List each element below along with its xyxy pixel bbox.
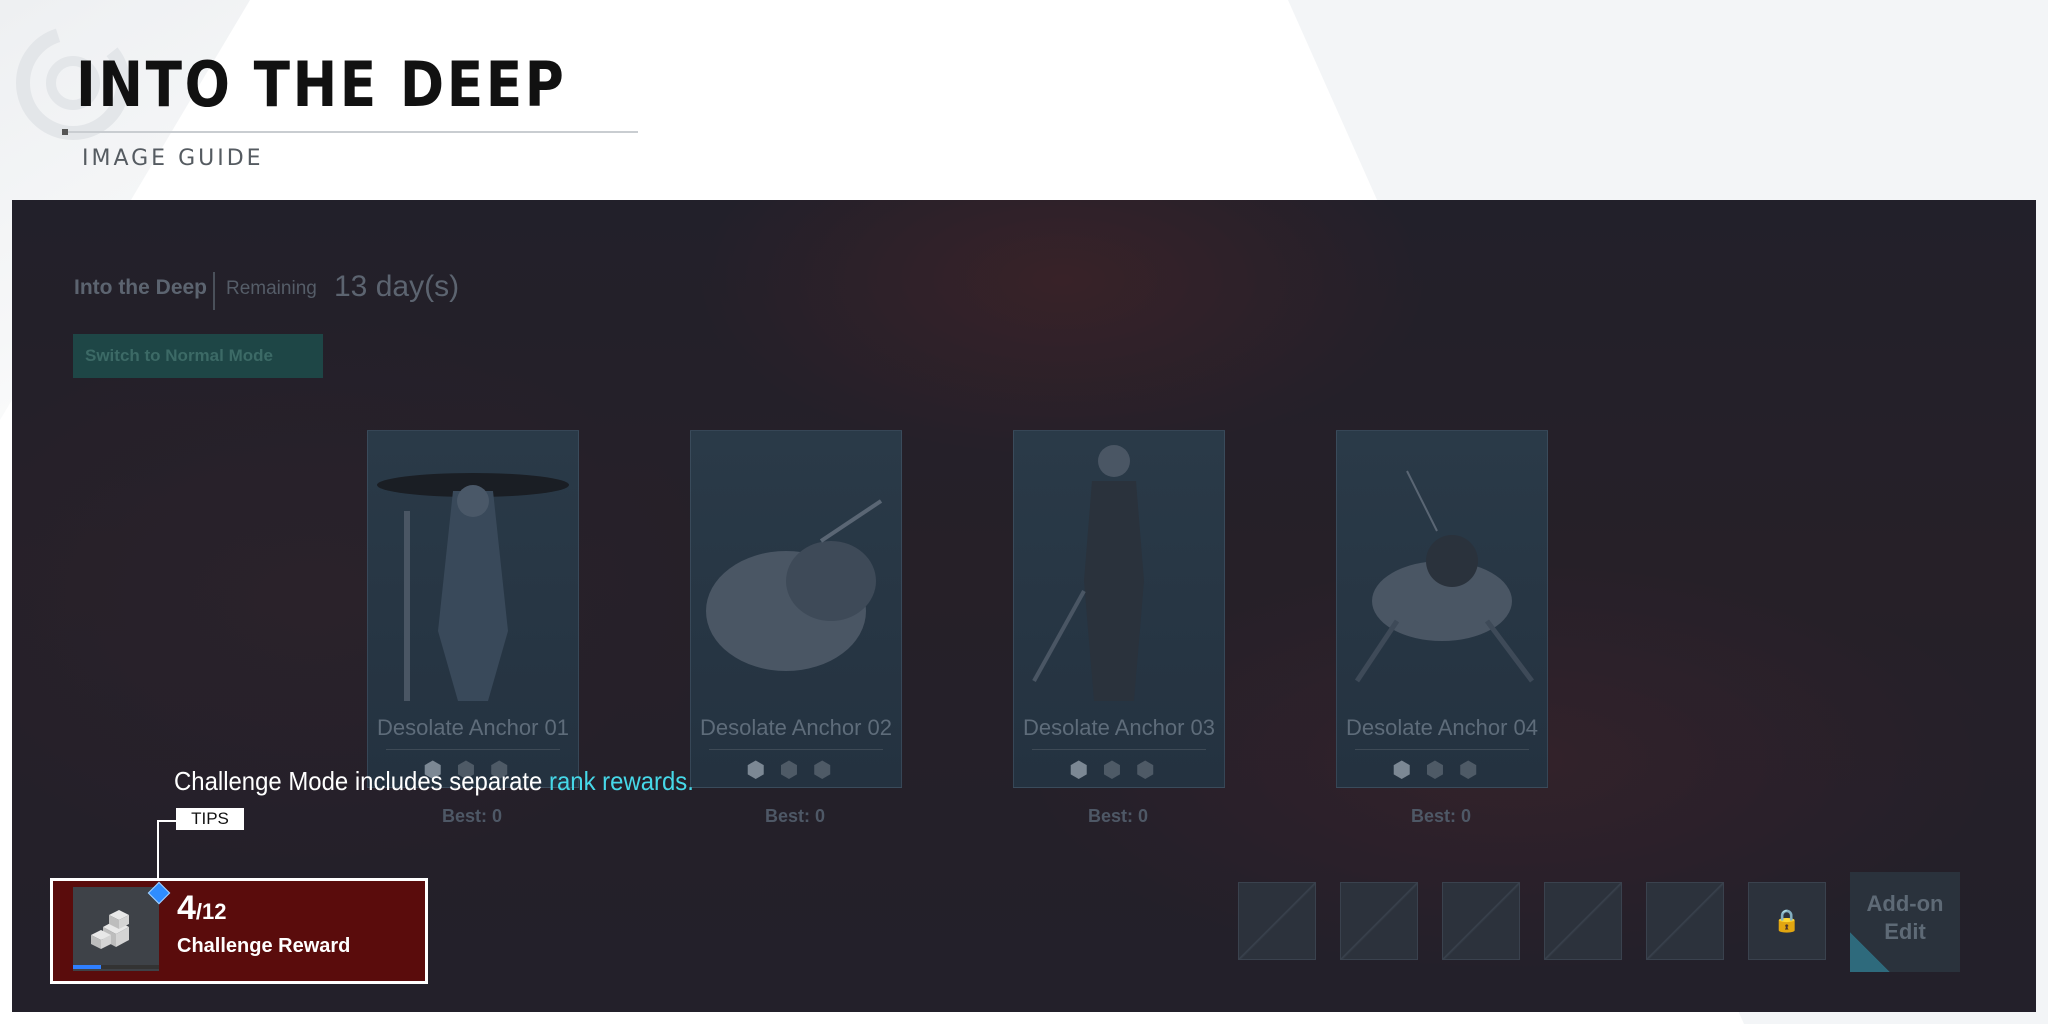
page-subtitle: IMAGE GUIDE bbox=[82, 146, 264, 171]
reward-label: Challenge Reward bbox=[177, 935, 351, 957]
stage-card-name: Desolate Anchor 01 bbox=[376, 715, 570, 740]
reward-total: /12 bbox=[195, 899, 227, 924]
stage-card-2[interactable]: Desolate Anchor 02 ⬢⬢⬢ bbox=[690, 430, 902, 788]
reward-progress-bar bbox=[73, 965, 159, 969]
stage-4-best-score: Best: 0 bbox=[1410, 806, 1472, 826]
stage-3-best-score: Best: 0 bbox=[1087, 806, 1149, 826]
stage-card-underline bbox=[1355, 749, 1529, 750]
mode-divider bbox=[213, 272, 215, 310]
stage-1-best-score: Best: 0 bbox=[441, 806, 503, 826]
stage-star-rating: ⬢⬢⬢ bbox=[1392, 757, 1492, 782]
mode-title: Into the Deep bbox=[74, 276, 208, 299]
remaining-label: Remaining bbox=[226, 278, 317, 299]
stage-star-rating: ⬢⬢⬢ bbox=[746, 757, 846, 782]
switch-to-normal-mode-button[interactable]: Switch to Normal Mode bbox=[73, 334, 323, 378]
title-divider bbox=[64, 131, 638, 133]
game-screenshot: Into the Deep Remaining 13 day(s) Switch… bbox=[12, 200, 2036, 1012]
stage-card-4[interactable]: Desolate Anchor 04 ⬢⬢⬢ bbox=[1336, 430, 1548, 788]
reward-progress-fill bbox=[73, 965, 102, 969]
challenge-reward-button[interactable]: 4/12 Challenge Reward bbox=[50, 878, 428, 984]
stage-2-creature-art bbox=[706, 499, 883, 671]
addon-slot-1[interactable] bbox=[1238, 882, 1316, 960]
stage-card-underline bbox=[1032, 749, 1206, 750]
stage-card-name: Desolate Anchor 02 bbox=[699, 715, 893, 740]
addon-slot-locked[interactable]: 🔒 bbox=[1748, 882, 1826, 960]
stage-star-rating: ⬢⬢⬢ bbox=[1069, 757, 1169, 782]
addon-slot-3[interactable] bbox=[1442, 882, 1520, 960]
reward-current: 4 bbox=[177, 889, 196, 927]
stage-card-1[interactable]: Desolate Anchor 01 ⬢⬢⬢ bbox=[367, 430, 579, 788]
title-divider-dot bbox=[62, 129, 68, 135]
remaining-value: 13 day(s) bbox=[334, 270, 460, 303]
stage-card-name: Desolate Anchor 03 bbox=[1022, 715, 1216, 740]
addon-slot-4[interactable] bbox=[1544, 882, 1622, 960]
page-title: INTO THE DEEP bbox=[76, 48, 567, 121]
lock-icon: 🔒 bbox=[1773, 908, 1801, 933]
reward-count: 4/12 bbox=[177, 889, 227, 928]
addon-edit-label-line1: Add-on bbox=[1866, 891, 1944, 916]
stage-card-underline bbox=[709, 749, 883, 750]
stage-card-name: Desolate Anchor 04 bbox=[1345, 715, 1539, 740]
addon-edit-label-line2: Edit bbox=[1884, 919, 1926, 944]
tip-leader-line-horizontal bbox=[157, 820, 177, 822]
reward-icon-box bbox=[73, 887, 159, 971]
reward-crates-icon bbox=[91, 910, 129, 949]
stage-2-best-score: Best: 0 bbox=[764, 806, 826, 826]
stage-1-character-art bbox=[377, 473, 569, 701]
addon-edit-button[interactable]: Add-on Edit bbox=[1850, 872, 1960, 972]
tip-leader-line bbox=[157, 820, 159, 878]
tip-text: Challenge Mode includes separate rank re… bbox=[174, 766, 694, 797]
addon-slot-2[interactable] bbox=[1340, 882, 1418, 960]
stage-card-underline bbox=[386, 749, 560, 750]
tip-text-prefix: Challenge Mode includes separate bbox=[174, 766, 550, 796]
stage-card-3[interactable]: Desolate Anchor 03 ⬢⬢⬢ bbox=[1013, 430, 1225, 788]
stage-3-character-art bbox=[1032, 445, 1144, 701]
stage-4-creature-art bbox=[1354, 470, 1534, 683]
addon-slot-5[interactable] bbox=[1646, 882, 1724, 960]
tips-tag: TIPS bbox=[176, 808, 244, 830]
tip-text-highlight: rank rewards. bbox=[549, 766, 694, 796]
